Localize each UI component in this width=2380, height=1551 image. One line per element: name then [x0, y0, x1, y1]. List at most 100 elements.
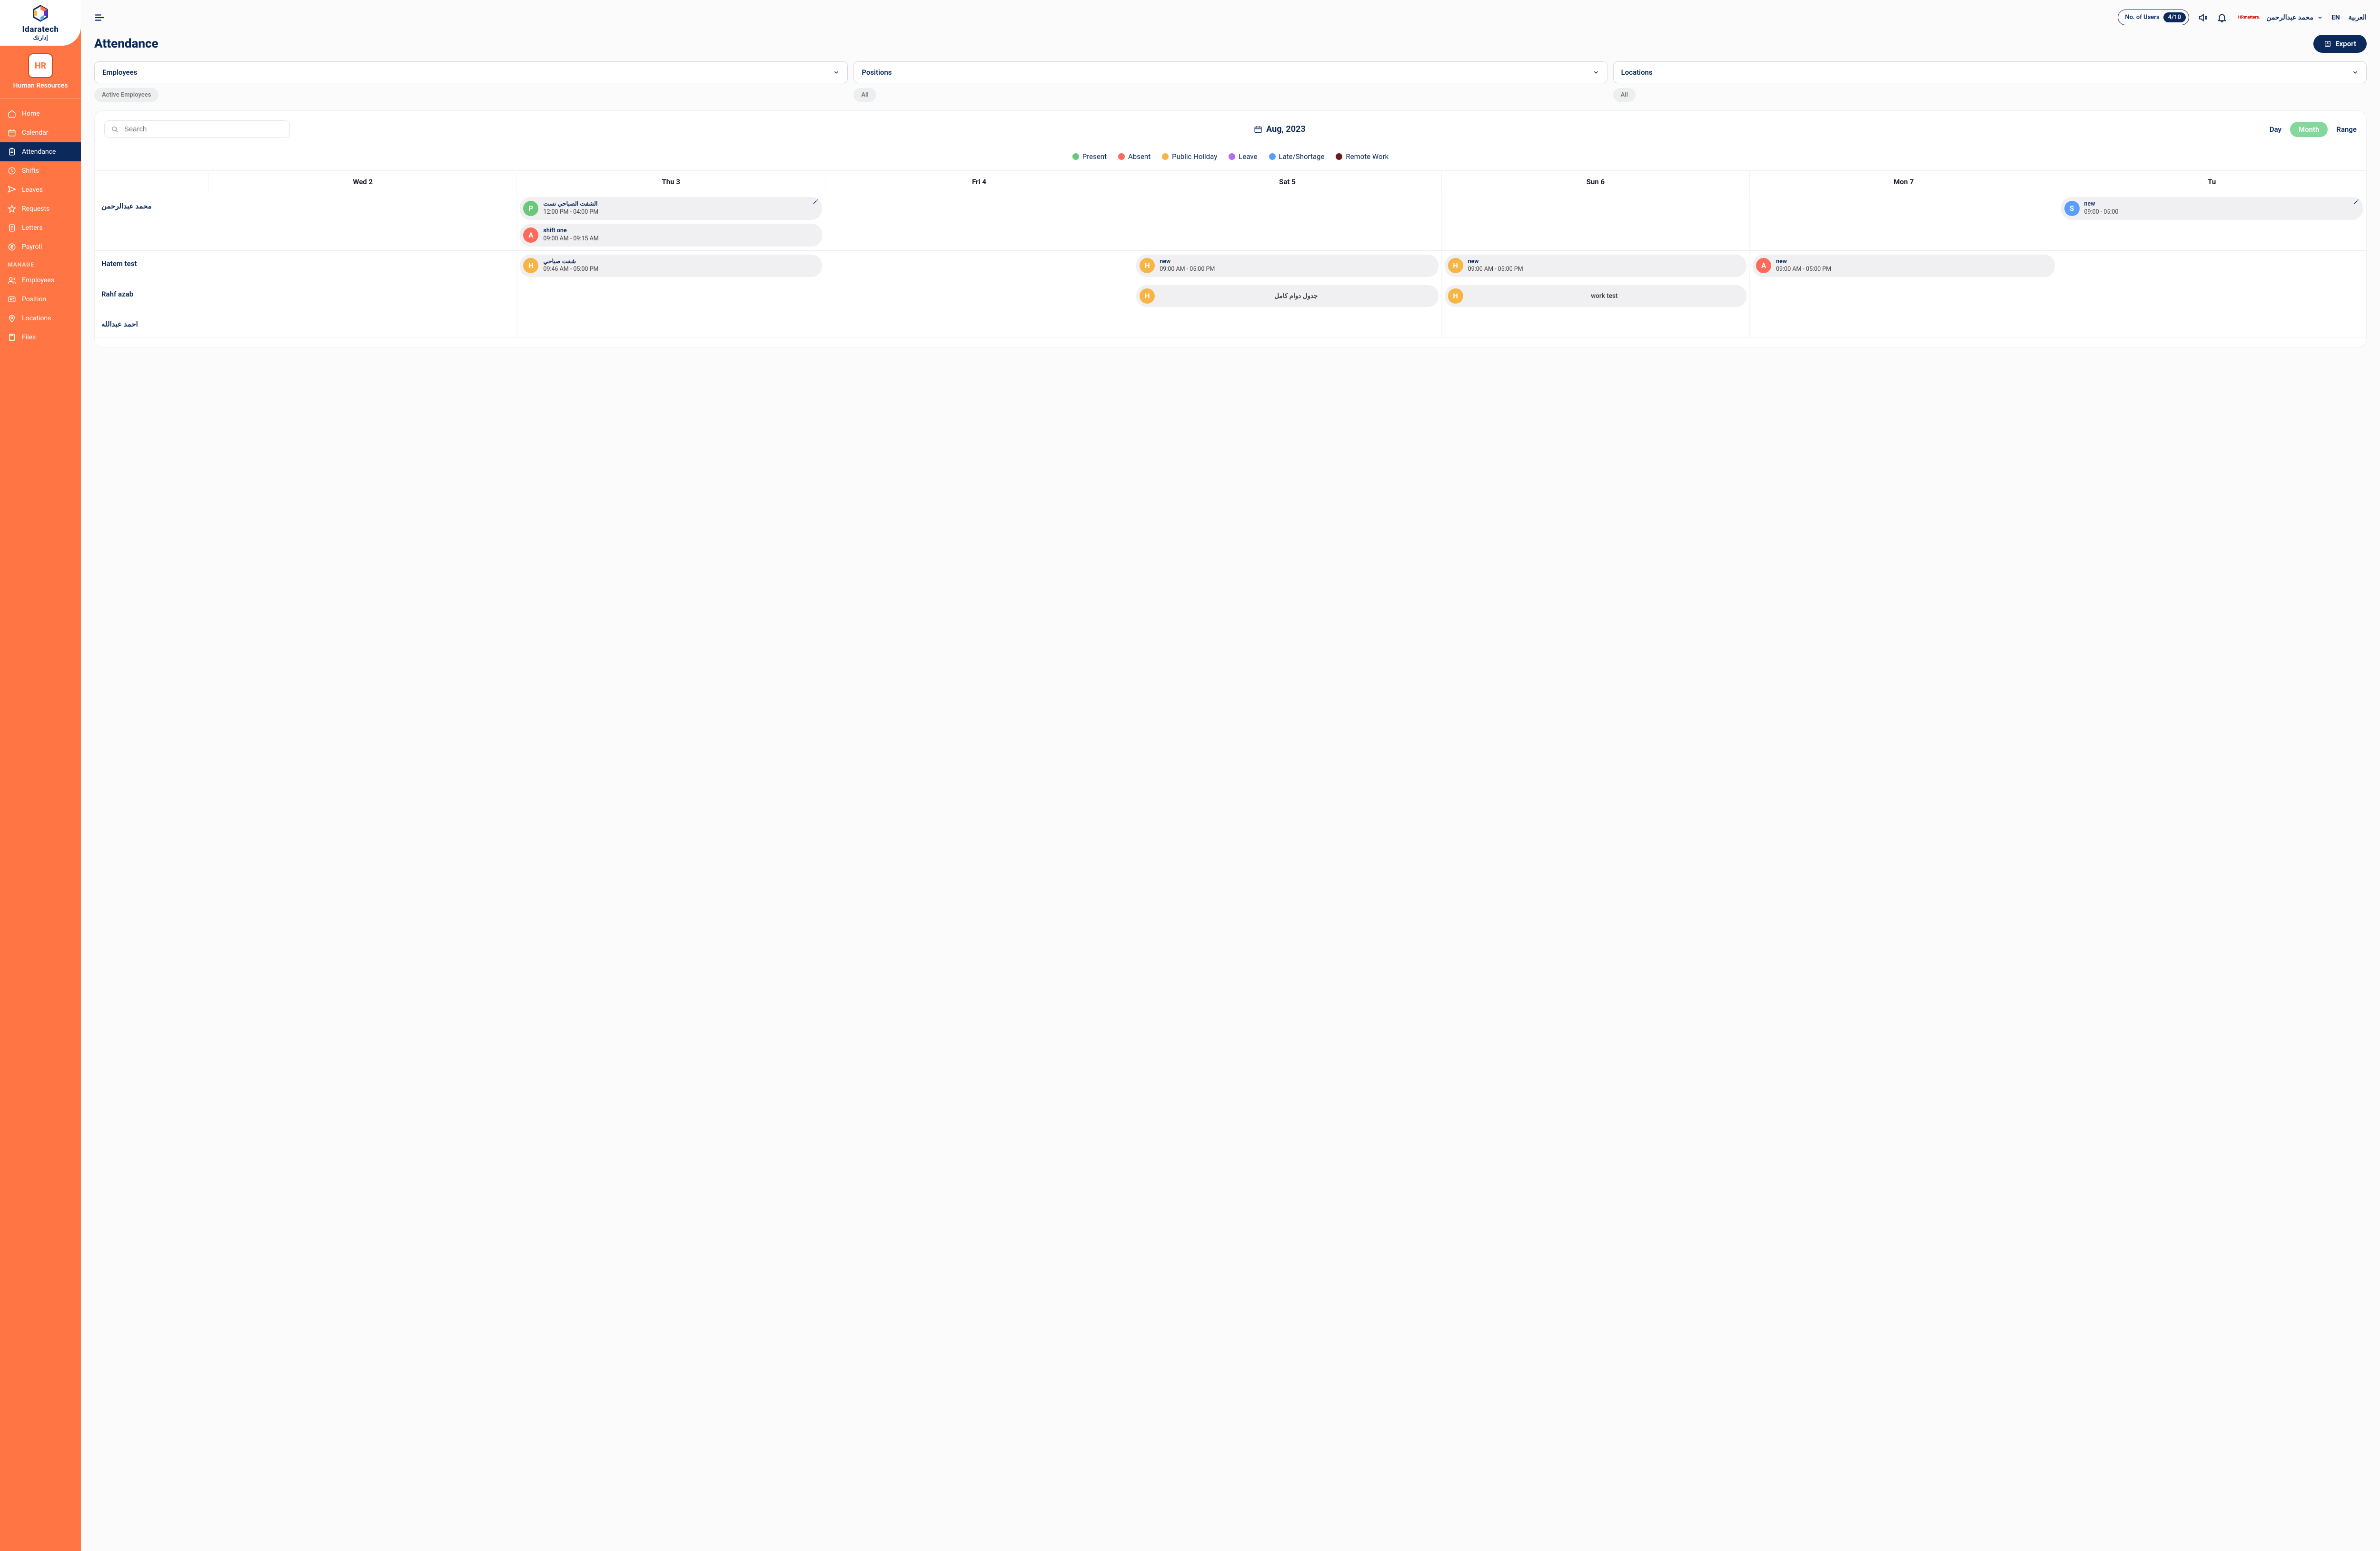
filter-employees[interactable]: Employees [94, 61, 848, 83]
shift-text: new09:00 - 05:00 [2084, 200, 2119, 217]
calendar-day-cell[interactable] [2058, 251, 2366, 281]
nav-shifts[interactable]: Shifts [0, 161, 81, 180]
shift-chip[interactable]: Anew09:00 AM - 05:00 PM [1753, 255, 2054, 277]
calendar-day-header: Thu 3 [517, 171, 825, 193]
nav-label: Position [22, 296, 46, 303]
brand-block: Idaratech إدارتك [0, 0, 81, 46]
volume-icon[interactable] [2198, 12, 2208, 23]
dot-icon [1072, 153, 1079, 160]
calendar-day-cell[interactable]: Hnew09:00 AM - 05:00 PM [1442, 251, 1750, 281]
status-avatar: A [1756, 258, 1771, 273]
filter-employees-chip[interactable]: Active Employees [94, 88, 159, 102]
calendar-day-cell[interactable] [825, 193, 1133, 250]
profile-name: محمد عبدالرحمن [2266, 14, 2313, 21]
calendar-day-cell[interactable] [1442, 193, 1750, 250]
calendar-day-cell[interactable] [1750, 281, 2058, 311]
clipboard-icon [8, 148, 16, 156]
calendar-day-cell[interactable]: Hجدول دوام كامل [1133, 281, 1441, 311]
nav-requests[interactable]: Requests [0, 199, 81, 218]
export-button[interactable]: Export [2313, 35, 2367, 53]
search-box[interactable] [104, 120, 290, 138]
nav-label: Attendance [22, 148, 56, 156]
lang-ar-button[interactable]: العربية [2349, 14, 2367, 21]
view-range[interactable]: Range [2336, 125, 2357, 134]
shift-chip[interactable]: Hشفت صباحي09:46 AM - 05:00 PM [520, 255, 822, 277]
calendar-day-cell[interactable] [1133, 311, 1441, 337]
export-icon [2324, 40, 2331, 48]
calendar-day-cell[interactable] [209, 281, 517, 311]
view-month[interactable]: Month [2290, 122, 2328, 137]
nav-locations[interactable]: Locations [0, 309, 81, 328]
calendar-day-cell[interactable] [209, 193, 517, 250]
search-icon [111, 126, 119, 133]
nav-label: Home [22, 110, 40, 118]
filter-label: Employees [102, 68, 137, 77]
calendar-day-cell[interactable] [825, 281, 1133, 311]
calendar-day-cell[interactable] [1750, 311, 2058, 337]
shift-chip[interactable]: Pالشفت الصباحي تست12:00 PM - 04:00 PM [520, 197, 822, 220]
edit-icon[interactable] [813, 199, 818, 205]
search-input[interactable] [124, 125, 283, 133]
nav-employees[interactable]: Employees [0, 271, 81, 290]
view-day[interactable]: Day [2270, 125, 2281, 134]
calendar-day-cell[interactable] [2058, 281, 2366, 311]
calendar-day-cell[interactable] [2058, 311, 2366, 337]
profile-menu[interactable]: HRmatters. محمد عبدالرحمن [2236, 14, 2323, 21]
calendar-day-cell[interactable] [209, 251, 517, 281]
nav-letters[interactable]: Letters [0, 218, 81, 237]
calendar-day-cell[interactable] [825, 251, 1133, 281]
employee-name[interactable]: احمد عبدالله [95, 311, 209, 337]
shift-chip[interactable]: Hwork test [1445, 285, 1746, 307]
filter-positions[interactable]: Positions [853, 61, 1607, 83]
brand-subtitle: إدارتك [5, 34, 76, 41]
calendar-day-header: Fri 4 [825, 171, 1133, 193]
calendar-day-cell[interactable]: Hشفت صباحي09:46 AM - 05:00 PM [517, 251, 825, 281]
calendar-icon [1254, 125, 1262, 134]
calendar-day-cell[interactable]: Hnew09:00 AM - 05:00 PM [1133, 251, 1441, 281]
nav-calendar[interactable]: Calendar [0, 123, 81, 142]
users-count-badge: 4/10 [2163, 12, 2186, 22]
employee-name[interactable]: محمد عبدالرحمن [95, 193, 209, 250]
calendar-day-cell[interactable]: Pالشفت الصباحي تست12:00 PM - 04:00 PM Ash… [517, 193, 825, 250]
bell-icon[interactable] [2217, 12, 2227, 23]
filter-locations[interactable]: Locations [1613, 61, 2367, 83]
nav-home[interactable]: Home [0, 104, 81, 123]
shift-chip[interactable]: Hnew09:00 AM - 05:00 PM [1136, 255, 1438, 277]
calendar-day-cell[interactable]: Hwork test [1442, 281, 1750, 311]
dot-icon [1269, 153, 1276, 160]
edit-icon[interactable] [2353, 199, 2359, 205]
employee-name[interactable]: Rahf azab [95, 281, 209, 311]
employee-name[interactable]: Hatem test [95, 251, 209, 281]
shift-chip[interactable]: Snew09:00 - 05:00 [2061, 197, 2363, 220]
filter-locations-chip[interactable]: All [1613, 88, 1636, 102]
nav-payroll[interactable]: Payroll [0, 237, 81, 257]
calendar-day-cell[interactable]: Snew09:00 - 05:00 [2058, 193, 2366, 250]
calendar-day-cell[interactable] [517, 281, 825, 311]
nav-label: Calendar [22, 129, 49, 137]
shift-chip[interactable]: Ashift one09:00 AM - 09:15 AM [520, 224, 822, 247]
topbar: No. of Users 4/10 HRmatters. محمد عبدالر… [94, 0, 2367, 35]
nav-files[interactable]: Files [0, 328, 81, 347]
calendar-row: احمد عبدالله [95, 311, 2366, 337]
nav-leaves[interactable]: Leaves [0, 180, 81, 199]
calendar-day-cell[interactable]: Anew09:00 AM - 05:00 PM [1750, 251, 2058, 281]
shift-chip[interactable]: Hجدول دوام كامل [1136, 285, 1438, 307]
dot-icon [1118, 153, 1125, 160]
users-chip[interactable]: No. of Users 4/10 [2118, 10, 2189, 25]
shift-chip[interactable]: Hnew09:00 AM - 05:00 PM [1445, 255, 1746, 277]
calendar-day-cell[interactable] [1750, 193, 2058, 250]
calendar-scroll[interactable]: Wed 2Thu 3Fri 4Sat 5Sun 6Mon 7Tu محمد عب… [95, 170, 2366, 337]
status-avatar: H [1140, 258, 1155, 273]
lang-en-button[interactable]: EN [2331, 14, 2340, 21]
legend-present: Present [1072, 152, 1107, 161]
nav-attendance[interactable]: Attendance [0, 142, 81, 161]
calendar-day-cell[interactable] [1133, 193, 1441, 250]
calendar-day-cell[interactable] [209, 311, 517, 337]
menu-toggle-icon[interactable] [94, 12, 105, 23]
date-label[interactable]: Aug, 2023 [298, 124, 2262, 134]
calendar-day-cell[interactable] [517, 311, 825, 337]
calendar-day-cell[interactable] [825, 311, 1133, 337]
nav-position[interactable]: Position [0, 290, 81, 309]
filter-positions-chip[interactable]: All [853, 88, 876, 102]
calendar-day-cell[interactable] [1442, 311, 1750, 337]
